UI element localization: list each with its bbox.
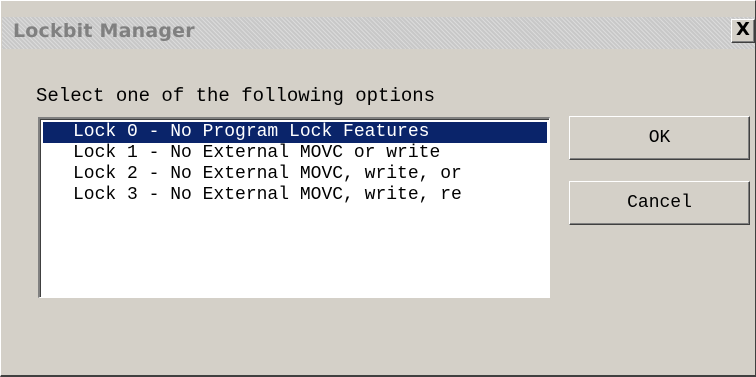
list-item-lock-1[interactable]: Lock 1 - No External MOVC or write <box>43 143 547 164</box>
prompt-label: Select one of the following options <box>36 85 436 107</box>
close-icon: X <box>736 19 750 40</box>
lock-options-listbox[interactable]: Lock 0 - No Program Lock Features Lock 1… <box>38 117 550 298</box>
list-item-lock-3[interactable]: Lock 3 - No External MOVC, write, re <box>43 185 547 206</box>
ok-button[interactable]: OK <box>569 116 750 160</box>
close-button[interactable]: X <box>731 19 755 43</box>
list-item-lock-0[interactable]: Lock 0 - No Program Lock Features <box>43 122 547 143</box>
title-bar[interactable]: Lockbit Manager X <box>2 17 755 49</box>
cancel-button[interactable]: Cancel <box>569 181 750 225</box>
list-item-lock-2[interactable]: Lock 2 - No External MOVC, write, or <box>43 164 547 185</box>
window-title: Lockbit Manager <box>13 20 195 42</box>
lockbit-manager-window: Lockbit Manager X Select one of the foll… <box>0 0 756 377</box>
